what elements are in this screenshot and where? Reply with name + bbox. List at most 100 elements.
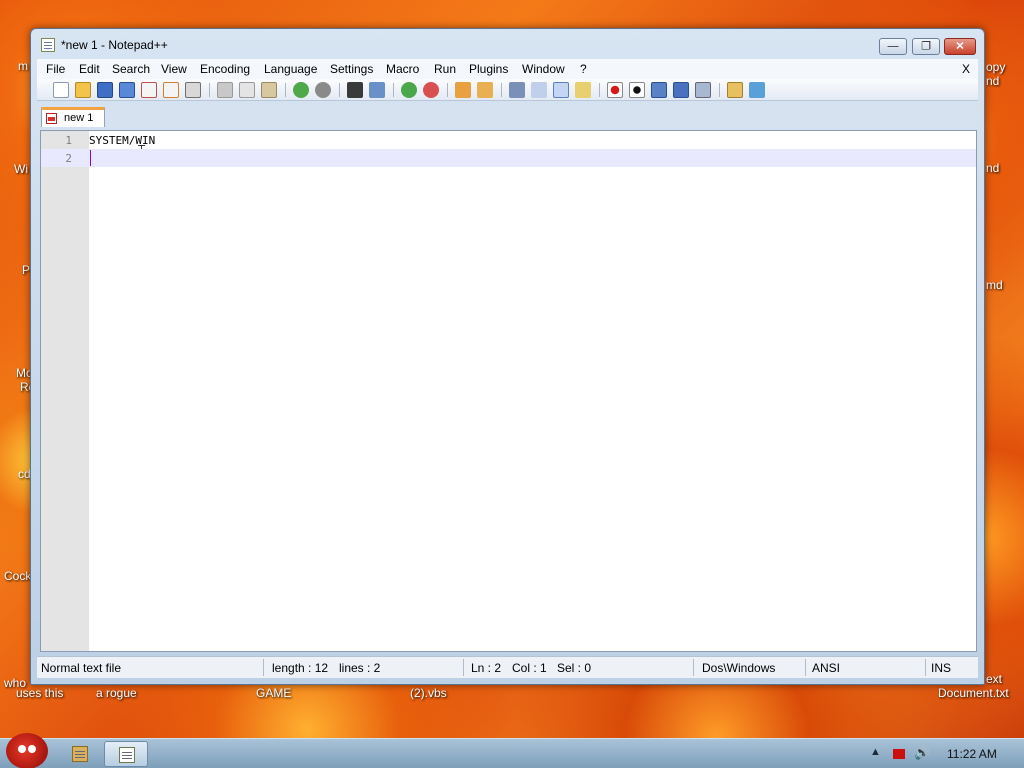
status-divider bbox=[805, 659, 806, 676]
spell-check-icon[interactable] bbox=[749, 82, 765, 98]
menu-run[interactable]: Run bbox=[434, 62, 456, 76]
tab-label: new 1 bbox=[64, 112, 94, 124]
new-file-icon[interactable] bbox=[53, 82, 69, 98]
toolbar-separator bbox=[209, 83, 210, 97]
notepadpp-icon bbox=[119, 747, 135, 763]
save-macro-icon[interactable] bbox=[695, 82, 711, 98]
menu-plugins[interactable]: Plugins bbox=[469, 62, 508, 76]
replace-icon[interactable] bbox=[369, 82, 385, 98]
close-icon: ✕ bbox=[955, 40, 965, 52]
find-icon[interactable] bbox=[347, 82, 363, 98]
title-bar[interactable]: *new 1 - Notepad++ — ❐ ✕ bbox=[31, 29, 984, 59]
show-all-characters-icon[interactable] bbox=[531, 82, 547, 98]
unsaved-file-icon bbox=[46, 113, 57, 124]
desktop-icon-label[interactable]: GAME bbox=[256, 686, 291, 700]
indent-guide-icon[interactable] bbox=[553, 82, 569, 98]
tab-new-1[interactable]: new 1 bbox=[41, 107, 105, 127]
desktop-icon-label[interactable]: P bbox=[22, 263, 30, 277]
user-defined-language-icon[interactable] bbox=[575, 82, 591, 98]
desktop-icon-label[interactable]: md bbox=[986, 278, 1003, 292]
minimize-button[interactable]: — bbox=[879, 38, 907, 55]
text-editor[interactable]: 1 SYSTEM/WIN 2 bbox=[40, 130, 977, 652]
toolbar-separator bbox=[285, 83, 286, 97]
undo-icon[interactable] bbox=[293, 82, 309, 98]
notepadpp-window: *new 1 - Notepad++ — ❐ ✕ File Edit Searc… bbox=[30, 28, 985, 685]
paste-icon[interactable] bbox=[261, 82, 277, 98]
stop-recording-icon[interactable] bbox=[629, 82, 645, 98]
desktop-icon-label[interactable]: (2).vbs bbox=[410, 686, 447, 700]
zoom-out-icon[interactable] bbox=[423, 82, 439, 98]
menu-bar: File Edit Search View Encoding Language … bbox=[37, 59, 978, 79]
desktop-icon-label[interactable]: opy bbox=[986, 60, 1005, 74]
editor-line[interactable]: 1 SYSTEM/WIN bbox=[41, 131, 976, 159]
desktop-icon-label[interactable]: ext bbox=[986, 672, 1002, 686]
close-all-icon[interactable] bbox=[163, 82, 179, 98]
menu-file[interactable]: File bbox=[46, 62, 65, 76]
menu-encoding[interactable]: Encoding bbox=[200, 62, 250, 76]
status-divider bbox=[925, 659, 926, 676]
notepadpp-app-icon[interactable] bbox=[41, 38, 55, 52]
menu-help[interactable]: ? bbox=[580, 62, 587, 76]
close-document-button[interactable]: X bbox=[962, 62, 970, 76]
playback-macro-icon[interactable] bbox=[651, 82, 667, 98]
action-center-flag-icon[interactable] bbox=[893, 749, 905, 759]
menu-settings[interactable]: Settings bbox=[330, 62, 373, 76]
status-divider bbox=[693, 659, 694, 676]
toolbar-separator bbox=[447, 83, 448, 97]
sync-horizontal-icon[interactable] bbox=[477, 82, 493, 98]
cut-icon[interactable] bbox=[217, 82, 233, 98]
taskbar-pinned-app[interactable] bbox=[58, 741, 102, 767]
status-encoding: ANSI bbox=[812, 661, 841, 675]
save-icon[interactable] bbox=[97, 82, 113, 98]
status-column: Col : 1 bbox=[512, 661, 547, 675]
taskbar-notepadpp[interactable] bbox=[104, 741, 148, 767]
line-number: 2 bbox=[65, 152, 72, 165]
maximize-button[interactable]: ❐ bbox=[912, 38, 940, 55]
zoom-in-icon[interactable] bbox=[401, 82, 417, 98]
volume-icon[interactable]: 🔊 bbox=[914, 745, 930, 761]
menu-view[interactable]: View bbox=[161, 62, 187, 76]
open-file-icon[interactable] bbox=[75, 82, 91, 98]
menu-window[interactable]: Window bbox=[522, 62, 565, 76]
system-clock[interactable]: 11:22 AM bbox=[947, 747, 997, 761]
status-file-type: Normal text file bbox=[41, 661, 122, 675]
record-macro-icon[interactable] bbox=[607, 82, 623, 98]
run-macro-multiple-icon[interactable] bbox=[673, 82, 689, 98]
minimize-icon: — bbox=[887, 40, 899, 52]
desktop-icon-label[interactable]: nd bbox=[986, 74, 999, 88]
menu-language[interactable]: Language bbox=[264, 62, 317, 76]
desktop-icon-label[interactable]: a rogue bbox=[96, 686, 137, 700]
status-selection: Sel : 0 bbox=[557, 661, 592, 675]
toolbar-separator bbox=[339, 83, 340, 97]
redo-icon[interactable] bbox=[315, 82, 331, 98]
show-hidden-icons-button[interactable]: ▲ bbox=[870, 746, 954, 758]
toolbar-separator bbox=[719, 83, 720, 97]
line-text[interactable]: SYSTEM/WIN bbox=[89, 134, 155, 147]
menu-edit[interactable]: Edit bbox=[79, 62, 100, 76]
document-tab-bar: new 1 bbox=[37, 105, 978, 127]
status-eol-format: Dos\Windows bbox=[702, 661, 776, 675]
line-number-gutter bbox=[41, 131, 89, 651]
print-icon[interactable] bbox=[185, 82, 201, 98]
open-folder-icon[interactable] bbox=[727, 82, 743, 98]
desktop-icon-label[interactable]: nd bbox=[986, 161, 999, 175]
close-file-icon[interactable] bbox=[141, 82, 157, 98]
save-all-icon[interactable] bbox=[119, 82, 135, 98]
window-title: *new 1 - Notepad++ bbox=[61, 38, 168, 52]
start-button-icon[interactable] bbox=[6, 733, 48, 768]
menu-search[interactable]: Search bbox=[112, 62, 150, 76]
desktop-icon-label[interactable]: Wi bbox=[14, 162, 28, 176]
toolbar-separator bbox=[599, 83, 600, 97]
close-button[interactable]: ✕ bbox=[944, 38, 976, 55]
toolbar-separator bbox=[501, 83, 502, 97]
editor-line-current[interactable]: 2 bbox=[41, 149, 976, 167]
desktop-icon-label[interactable]: cd bbox=[18, 467, 31, 481]
desktop-icon-label[interactable]: uses this bbox=[16, 686, 63, 700]
desktop-icon-label[interactable]: Document.txt bbox=[938, 686, 1009, 700]
desktop-icon-label[interactable]: Cock bbox=[4, 569, 31, 583]
menu-macro[interactable]: Macro bbox=[386, 62, 419, 76]
copy-icon[interactable] bbox=[239, 82, 255, 98]
sync-vertical-icon[interactable] bbox=[455, 82, 471, 98]
word-wrap-icon[interactable] bbox=[509, 82, 525, 98]
desktop-icon-label[interactable]: m bbox=[18, 59, 28, 73]
